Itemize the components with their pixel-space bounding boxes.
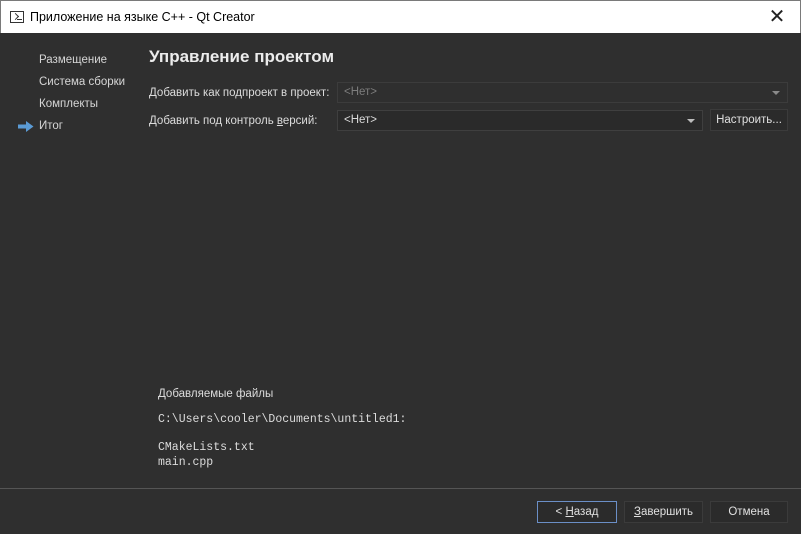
close-icon[interactable]: ✕ <box>754 1 800 33</box>
step-location: Размещение <box>39 54 108 66</box>
file-item: main.cpp <box>158 456 214 469</box>
vcs-label: Добавить под контроль версий: <box>149 115 318 127</box>
chevron-down-icon <box>687 119 695 123</box>
subproject-label: Добавить как подпроект в проект: <box>149 87 330 99</box>
project-path: C:\Users\cooler\Documents\untitled1: <box>158 413 407 426</box>
wizard-steps: Размещение Система сборки Комплекты Итог <box>0 33 140 488</box>
finish-button[interactable]: Завершить <box>624 501 703 523</box>
step-build-system: Система сборки <box>39 76 126 88</box>
cancel-button[interactable]: Отмена <box>710 501 788 523</box>
vcs-value: <Нет> <box>344 114 378 126</box>
terminal-icon <box>10 11 24 23</box>
chevron-down-icon <box>772 91 780 95</box>
subproject-select[interactable]: <Нет> <box>337 82 788 103</box>
page-title: Управление проектом <box>149 47 335 66</box>
window-titlebar: Приложение на языке С++ - Qt Creator ✕ <box>0 0 801 33</box>
step-kits: Комплекты <box>39 98 99 110</box>
step-summary: Итог <box>39 120 63 132</box>
arrow-right-icon <box>18 121 34 132</box>
configure-button[interactable]: Настроить... <box>710 109 788 131</box>
vcs-select[interactable]: <Нет> <box>337 110 703 131</box>
window-title: Приложение на языке С++ - Qt Creator <box>30 10 255 24</box>
file-item: CMakeLists.txt <box>158 441 255 454</box>
files-heading: Добавляемые файлы <box>158 388 274 400</box>
subproject-value: <Нет> <box>344 86 378 98</box>
back-button[interactable]: < Назад <box>537 501 617 523</box>
